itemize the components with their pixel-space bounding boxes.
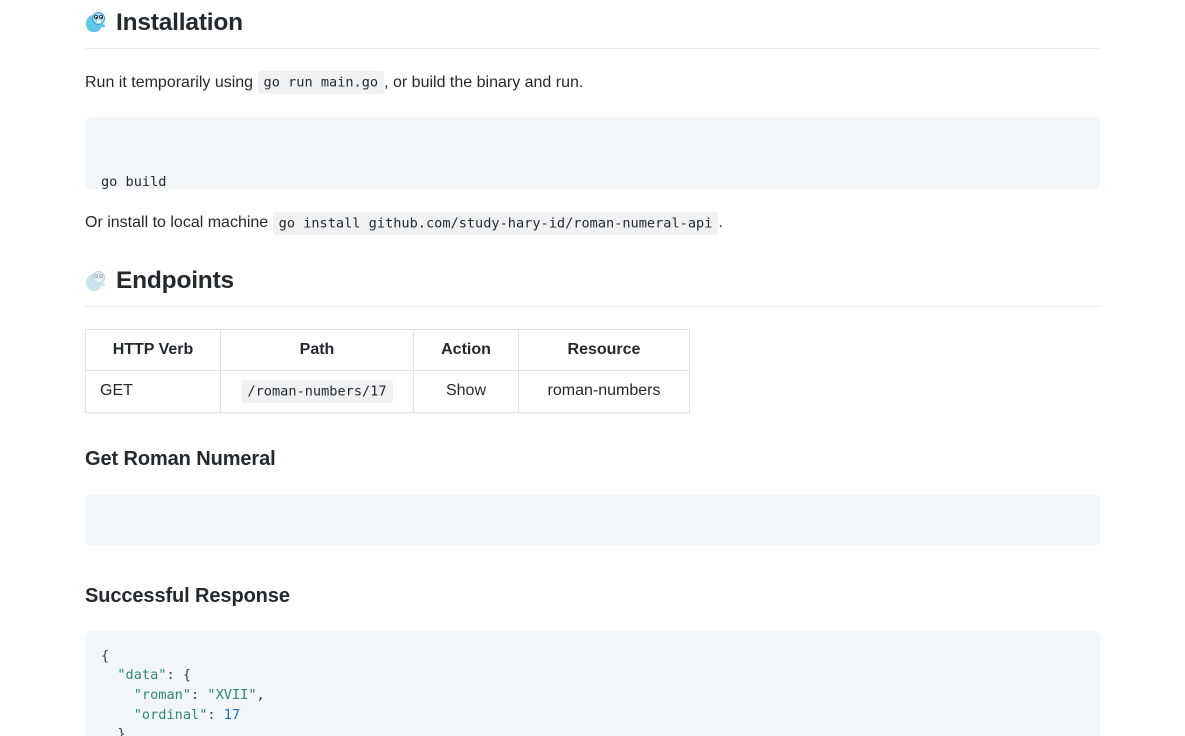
heading-installation-label: Installation bbox=[116, 9, 243, 36]
code-token-num: 17 bbox=[223, 706, 241, 723]
code-line: } bbox=[101, 725, 1084, 736]
code-block-successful-response: { "data": { "roman": "XVII", "ordinal": … bbox=[85, 630, 1100, 736]
table-cell-resource: roman-numbers bbox=[518, 370, 690, 413]
readme-document: Installation Run it temporarily using go… bbox=[0, 8, 1185, 736]
paragraph-install-after: . bbox=[718, 214, 723, 232]
code-token-str: "ordinal" bbox=[133, 706, 208, 723]
heading-endpoints-label: Endpoints bbox=[116, 267, 234, 295]
paragraph-run-after: , or build the binary and run. bbox=[384, 73, 584, 91]
code-token-pun: } bbox=[117, 726, 126, 736]
endpoints-table: HTTP Verb Path Action Resource GET /roma… bbox=[85, 328, 690, 413]
table-header-path: Path bbox=[220, 328, 414, 372]
table-cell-verb: GET bbox=[85, 370, 221, 413]
paragraph-run-before: Run it temporarily using bbox=[85, 73, 254, 91]
code-line: { bbox=[101, 647, 1084, 667]
table-cell-action: Show bbox=[413, 370, 519, 413]
heading-get-roman-numeral: Get Roman Numeral bbox=[85, 447, 276, 470]
heading-installation: Installation bbox=[85, 8, 1100, 49]
table-header-resource: Resource bbox=[518, 328, 690, 372]
code-block-build: go build ./roman-numeral-api bbox=[85, 117, 1100, 190]
table-header-action: Action bbox=[413, 328, 519, 372]
code-token-str: "roman" bbox=[133, 687, 192, 704]
inline-code-go-install: go install github.com/study-hary-id/roma… bbox=[272, 211, 719, 235]
code-token-pun: { bbox=[101, 647, 110, 664]
code-line: go build bbox=[101, 173, 167, 190]
heading-successful-response: Successful Response bbox=[85, 584, 290, 607]
paragraph-install-local: Or install to local machine go install g… bbox=[85, 211, 1100, 236]
heading-endpoints: Endpoints bbox=[85, 266, 1100, 307]
code-line: "data": { bbox=[101, 666, 1084, 686]
code-token-pun: , bbox=[256, 687, 265, 704]
code-token-str: "data" bbox=[117, 667, 167, 684]
table-header-http-verb: HTTP Verb bbox=[85, 328, 221, 372]
gopher-faded-icon bbox=[85, 270, 107, 293]
code-line: "ordinal": 17 bbox=[101, 706, 1084, 726]
paragraph-install-before: Or install to local machine bbox=[85, 214, 269, 232]
code-token-pun: : { bbox=[166, 667, 192, 684]
table-header-row: HTTP Verb Path Action Resource bbox=[85, 328, 690, 372]
inline-code-go-run: go run main.go bbox=[257, 71, 385, 95]
code-token-pun: : bbox=[191, 687, 208, 704]
code-token-pun: : bbox=[207, 706, 224, 723]
gopher-icon bbox=[85, 12, 107, 34]
inline-code-path: /roman-numbers/17 bbox=[241, 379, 393, 403]
paragraph-run-temporarily: Run it temporarily using go run main.go,… bbox=[85, 71, 1100, 96]
code-line: "roman": "XVII", bbox=[101, 686, 1084, 706]
code-token-str: "XVII" bbox=[207, 687, 257, 704]
table-cell-path: /roman-numbers/17 bbox=[220, 370, 414, 413]
table-row: GET /roman-numbers/17 Show roman-numbers bbox=[85, 370, 690, 413]
code-block-request: GET /roman-numbers/{num:int} bbox=[85, 493, 1100, 546]
